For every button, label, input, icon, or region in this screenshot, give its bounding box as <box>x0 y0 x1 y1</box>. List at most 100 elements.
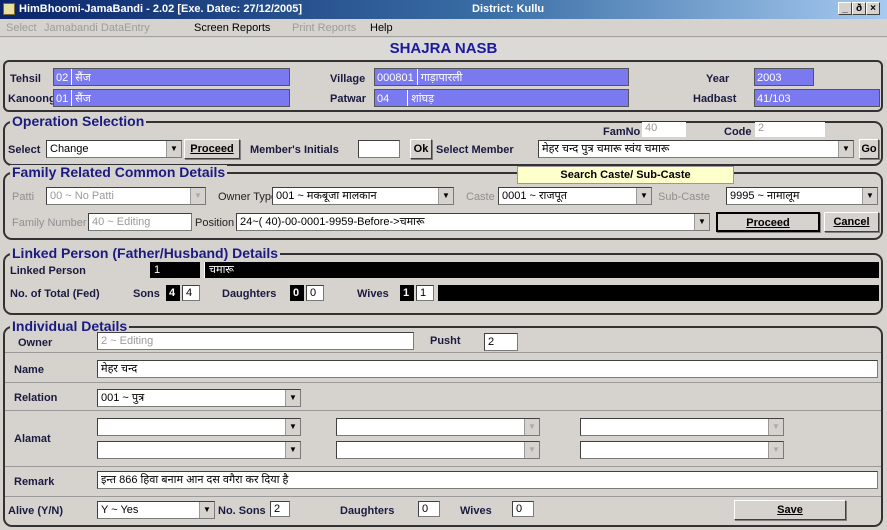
title-bar: HimBhoomi-JamaBandi - 2.02 [Exe. Datec: … <box>0 0 887 19</box>
patti-combo[interactable]: 00 ~ No Patti ▼ <box>46 187 206 205</box>
family-proceed-label: Proceed <box>746 217 790 229</box>
select-member-label: Select Member <box>436 144 514 156</box>
alive-label: Alive (Y/N) <box>8 505 64 517</box>
linked-person-num: 1 <box>150 262 200 278</box>
caste-combo[interactable]: 0001 ~ राजपूत ▼ <box>498 187 652 205</box>
app-icon <box>3 3 15 15</box>
menu-select[interactable]: Select <box>6 22 37 34</box>
member-initials-input[interactable] <box>358 140 400 158</box>
save-button[interactable]: Save <box>734 500 846 520</box>
district-label: District: Kullu <box>472 3 545 15</box>
owner-field: 2 ~ Editing <box>97 332 414 350</box>
tehsil-field: 02 सैंज <box>53 68 290 86</box>
linked-sons-value: 4 <box>182 285 200 301</box>
family-proceed-button[interactable]: Proceed <box>716 212 820 232</box>
subcaste-value: 9995 ~ नामालूम <box>730 190 800 202</box>
alamat-combo-2[interactable]: ▼ <box>97 441 301 459</box>
select-member-value: मेहर चन्द पुत्र चमारू स्वंय चमारू <box>542 143 670 155</box>
go-button[interactable]: Go <box>859 139 879 159</box>
family-details-legend: Family Related Common Details <box>10 164 228 180</box>
divider <box>5 496 881 497</box>
linked-wives-label: Wives <box>357 288 389 300</box>
code-label: Code <box>724 126 752 138</box>
chevron-down-icon: ▼ <box>438 188 453 204</box>
restore-icon[interactable]: ð <box>852 2 866 15</box>
chevron-down-icon: ▼ <box>166 141 181 157</box>
chevron-down-icon: ▼ <box>768 442 783 458</box>
operation-select-combo[interactable]: Change ▼ <box>46 140 182 158</box>
close-icon[interactable]: × <box>866 2 880 15</box>
linked-person-name: चमारू <box>204 262 879 278</box>
minimize-icon[interactable]: _ <box>838 2 852 15</box>
divider <box>5 410 881 411</box>
alamat-label: Alamat <box>14 433 51 445</box>
owner-type-label: Owner Type <box>218 191 278 203</box>
caste-value: 0001 ~ राजपूत <box>502 190 568 202</box>
village-code: 000801 <box>377 72 414 84</box>
alamat-combo-5[interactable]: ▼ <box>580 418 784 436</box>
pusht-input[interactable]: 2 <box>484 333 518 351</box>
window-controls: _ ð × <box>838 2 880 15</box>
chevron-down-icon: ▼ <box>285 419 300 435</box>
no-sons-label: No. Sons <box>218 505 266 517</box>
menu-help[interactable]: Help <box>370 22 393 34</box>
wives-input[interactable]: 0 <box>512 501 534 517</box>
ok-button[interactable]: Ok <box>410 139 432 159</box>
hadbast-field: 41/103 <box>754 89 880 107</box>
relation-value: 001 ~ पुत्र <box>101 392 145 404</box>
total-fed-label: No. of Total (Fed) <box>10 288 100 300</box>
menu-bar: Select Jamabandi DataEntry Screen Report… <box>0 19 887 37</box>
alamat-combo-6[interactable]: ▼ <box>580 441 784 459</box>
name-input[interactable]: मेहर चन्द <box>97 360 878 378</box>
linked-wives-black: 1 <box>400 285 414 301</box>
remark-input[interactable]: इन्त 866 हिवा बनाम आन दस वगैरा कर दिया ह… <box>97 471 878 489</box>
daughters-input[interactable]: 0 <box>418 501 440 517</box>
relation-combo[interactable]: 001 ~ पुत्र ▼ <box>97 389 301 407</box>
tehsil-code: 02 <box>56 72 69 84</box>
alamat-combo-4[interactable]: ▼ <box>336 441 540 459</box>
menu-screen-reports[interactable]: Screen Reports <box>194 22 270 34</box>
position-label: Position <box>195 217 235 229</box>
patwar-label: Patwar <box>330 93 367 105</box>
alamat-combo-3[interactable]: ▼ <box>336 418 540 436</box>
chevron-down-icon: ▼ <box>524 442 539 458</box>
subcaste-combo[interactable]: 9995 ~ नामालूम ▼ <box>726 187 878 205</box>
operation-selection-legend: Operation Selection <box>10 113 147 129</box>
caste-label: Caste <box>466 191 495 203</box>
patti-value: 00 ~ No Patti <box>50 190 114 202</box>
owner-type-combo[interactable]: 001 ~ मकबूजा मालकान ▼ <box>272 187 454 205</box>
alive-combo[interactable]: Y ~ Yes ▼ <box>97 501 215 519</box>
hadbast-label: Hadbast <box>693 93 737 105</box>
search-caste-button[interactable]: Search Caste/ Sub-Caste <box>517 166 734 184</box>
kanoongo-name: सैंज <box>75 93 91 105</box>
subcaste-label: Sub-Caste <box>658 191 710 203</box>
operation-proceed-label: Proceed <box>190 143 234 155</box>
page-title: SHAJRA NASB <box>0 38 887 60</box>
kanoongo-field: 01 सैंज <box>53 89 290 107</box>
no-sons-input[interactable]: 2 <box>270 501 290 517</box>
tehsil-name: सैंज <box>75 72 91 84</box>
menu-jamabandi-dataentry[interactable]: Jamabandi DataEntry <box>44 22 150 34</box>
alamat-combo-1[interactable]: ▼ <box>97 418 301 436</box>
chevron-down-icon: ▼ <box>285 390 300 406</box>
name-label: Name <box>14 364 44 376</box>
linked-daughters-black: 0 <box>290 285 304 301</box>
chevron-down-icon: ▼ <box>862 188 877 204</box>
village-name: गाड़ापारली <box>420 72 463 84</box>
select-member-combo[interactable]: मेहर चन्द पुत्र चमारू स्वंय चमारू ▼ <box>538 140 854 158</box>
family-number-field: 40 ~ Editing <box>88 213 192 231</box>
village-field: 000801 गाड़ापारली <box>374 68 629 86</box>
menu-print-reports[interactable]: Print Reports <box>292 22 356 34</box>
linked-daughters-label: Daughters <box>222 288 277 300</box>
patwar-code: 04 <box>377 93 390 105</box>
operation-proceed-button[interactable]: Proceed <box>184 139 240 159</box>
year-field: 2003 <box>754 68 814 86</box>
divider <box>5 352 881 353</box>
member-initials-label: Member's Initials <box>250 144 339 156</box>
owner-type-value: 001 ~ मकबूजा मालकान <box>276 190 377 202</box>
chevron-down-icon: ▼ <box>838 141 853 157</box>
position-combo[interactable]: 24~( 40)-00-0001-9959-Before->चमारू ▼ <box>236 213 710 231</box>
patwar-field: 04 शांघड़ <box>374 89 629 107</box>
cancel-button[interactable]: Cancel <box>824 212 879 232</box>
year-label: Year <box>706 73 730 85</box>
